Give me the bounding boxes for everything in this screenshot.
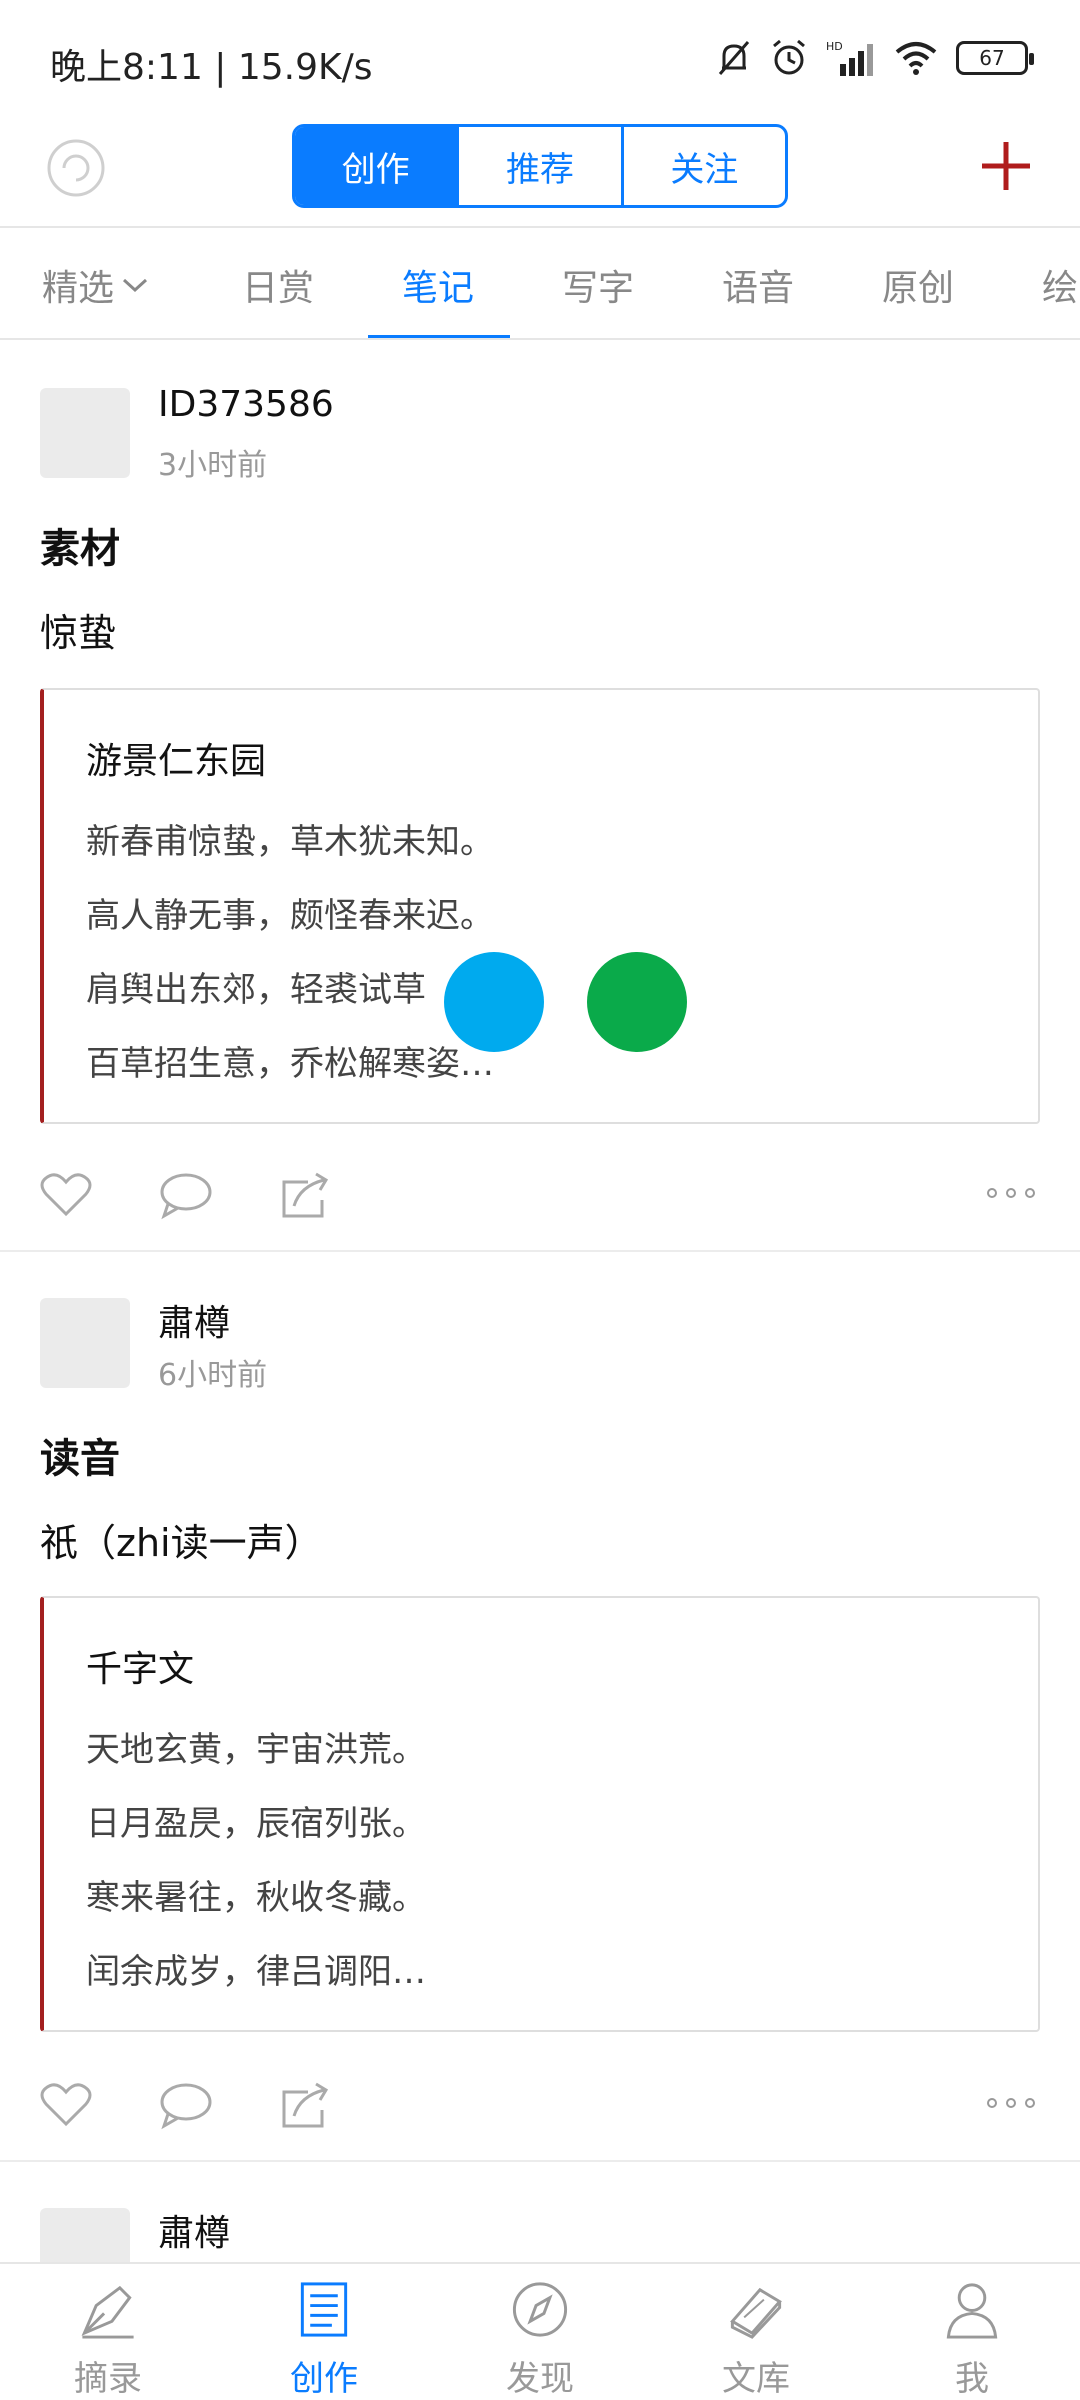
refresh-icon[interactable] xyxy=(44,136,108,200)
quote-title: 千字文 xyxy=(86,1649,195,1690)
quote-block[interactable]: 千字文 天地玄黄，宇宙洪荒。 日月盈昃，辰宿列张。 寒来暑往，秋收冬藏。 闰余成… xyxy=(40,1596,1040,2032)
post-time: 3小时前 xyxy=(158,448,268,483)
nav-me[interactable]: 我 xyxy=(864,2264,1080,2400)
category-tabs: 精选 日赏 笔记 写字 语音 原创 绘 xyxy=(0,230,1080,340)
quote-line: 寒来暑往，秋收冬藏。 xyxy=(86,1878,426,1918)
author-name[interactable]: 肅樽 xyxy=(158,2204,230,2256)
quote-line: 高人静无事，颇怪春来迟。 xyxy=(86,896,494,936)
post-card[interactable]: ID373586 3小时前 素材 惊蛰 游景仁东园 新春甫惊蛰，草木犹未知。 高… xyxy=(0,342,1080,1250)
chevron-down-icon xyxy=(123,278,148,293)
segment-create[interactable]: 创作 xyxy=(295,127,460,205)
avatar[interactable] xyxy=(40,2208,130,2262)
nav-label: 摘录 xyxy=(74,2359,142,2399)
post-card[interactable]: 肅樽 6小时前 读音 祇（zhi读一声） 千字文 天地玄黄，宇宙洪荒。 日月盈昃… xyxy=(0,1252,1080,2160)
status-icons: HD 67 xyxy=(716,38,1034,78)
post-subtitle: 惊蛰 xyxy=(40,611,117,655)
battery-level: 67 xyxy=(979,46,1005,70)
quote-block[interactable]: 游景仁东园 新春甫惊蛰，草木犹未知。 高人静无事，颇怪春来迟。 肩舆出东郊，轻裘… xyxy=(40,688,1040,1124)
comment-icon[interactable] xyxy=(158,1170,214,1220)
alarm-icon xyxy=(773,39,805,75)
add-icon[interactable] xyxy=(976,136,1036,196)
post-subtitle: 祇（zhi读一声） xyxy=(40,1521,323,1565)
top-bar: 创作 推荐 关注 xyxy=(0,120,1080,228)
segment-recommend[interactable]: 推荐 xyxy=(459,127,624,205)
comment-icon[interactable] xyxy=(158,2080,214,2130)
signal-icon: HD xyxy=(826,40,873,76)
compass-icon xyxy=(512,2282,568,2337)
nav-excerpt[interactable]: 摘录 xyxy=(0,2264,216,2400)
post-actions xyxy=(0,1156,1080,1236)
avatar[interactable] xyxy=(40,388,130,478)
floating-dot-blue[interactable] xyxy=(444,952,544,1052)
books-icon xyxy=(730,2287,782,2339)
person-icon xyxy=(946,2283,998,2339)
tab-original[interactable]: 原创 xyxy=(882,230,954,338)
post-title: 素材 xyxy=(40,526,120,572)
battery-icon: 67 xyxy=(956,41,1034,75)
active-tab-indicator xyxy=(368,335,510,338)
tab-voice[interactable]: 语音 xyxy=(722,230,794,338)
post-title: 读音 xyxy=(40,1436,120,1482)
nav-create[interactable]: 创作 xyxy=(216,2264,432,2400)
svg-text:HD: HD xyxy=(826,40,843,53)
tab-painting[interactable]: 绘 xyxy=(1042,230,1078,338)
status-time-speed: 晚上8:11 | 15.9K/s xyxy=(50,47,373,88)
share-icon[interactable] xyxy=(278,2080,334,2130)
tab-notes[interactable]: 笔记 xyxy=(402,230,474,338)
nav-label: 文库 xyxy=(722,2359,790,2399)
quote-line: 百草招生意，乔松解寒姿… xyxy=(86,1044,494,1084)
more-icon[interactable] xyxy=(986,2088,1036,2118)
post-actions xyxy=(0,2066,1080,2146)
nav-label: 我 xyxy=(955,2359,989,2399)
document-icon xyxy=(300,2282,348,2337)
author-name[interactable]: 肅樽 xyxy=(158,1294,230,1346)
nav-library[interactable]: 文库 xyxy=(648,2264,864,2400)
bell-off-icon xyxy=(718,41,750,75)
quote-line: 闰余成岁，律吕调阳… xyxy=(86,1952,426,1992)
quote-line: 新春甫惊蛰，草木犹未知。 xyxy=(86,822,494,862)
quote-line: 日月盈昃，辰宿列张。 xyxy=(86,1804,426,1844)
status-bar: 晚上8:11 | 15.9K/s HD 67 xyxy=(0,0,1080,120)
feed-segmented-control: 创作 推荐 关注 xyxy=(292,124,788,208)
heart-icon[interactable] xyxy=(38,2080,94,2130)
wifi-icon xyxy=(895,42,937,75)
tab-featured[interactable]: 精选 xyxy=(42,230,150,338)
post-time: 6小时前 xyxy=(158,1358,268,1393)
nav-label: 创作 xyxy=(290,2359,358,2399)
nav-label: 发现 xyxy=(506,2359,574,2399)
author-name[interactable]: ID373586 xyxy=(158,384,334,425)
pen-icon xyxy=(81,2285,134,2339)
tab-writing[interactable]: 写字 xyxy=(562,230,634,338)
floating-dot-green[interactable] xyxy=(587,952,687,1052)
post-card[interactable]: 肅樽 xyxy=(0,2162,1080,2262)
tab-featured-label: 精选 xyxy=(42,268,115,309)
heart-icon[interactable] xyxy=(38,1170,94,1220)
tab-daily[interactable]: 日赏 xyxy=(242,230,314,338)
quote-title: 游景仁东园 xyxy=(86,741,267,782)
bottom-nav: 摘录 创作 发现 文库 我 xyxy=(0,2262,1080,2400)
share-icon[interactable] xyxy=(278,1170,334,1220)
quote-line: 天地玄黄，宇宙洪荒。 xyxy=(86,1730,426,1770)
nav-discover[interactable]: 发现 xyxy=(432,2264,648,2400)
avatar[interactable] xyxy=(40,1298,130,1388)
segment-follow[interactable]: 关注 xyxy=(624,127,785,205)
quote-line: 肩舆出东郊，轻裘试草 xyxy=(86,970,426,1010)
more-icon[interactable] xyxy=(986,1178,1036,1208)
